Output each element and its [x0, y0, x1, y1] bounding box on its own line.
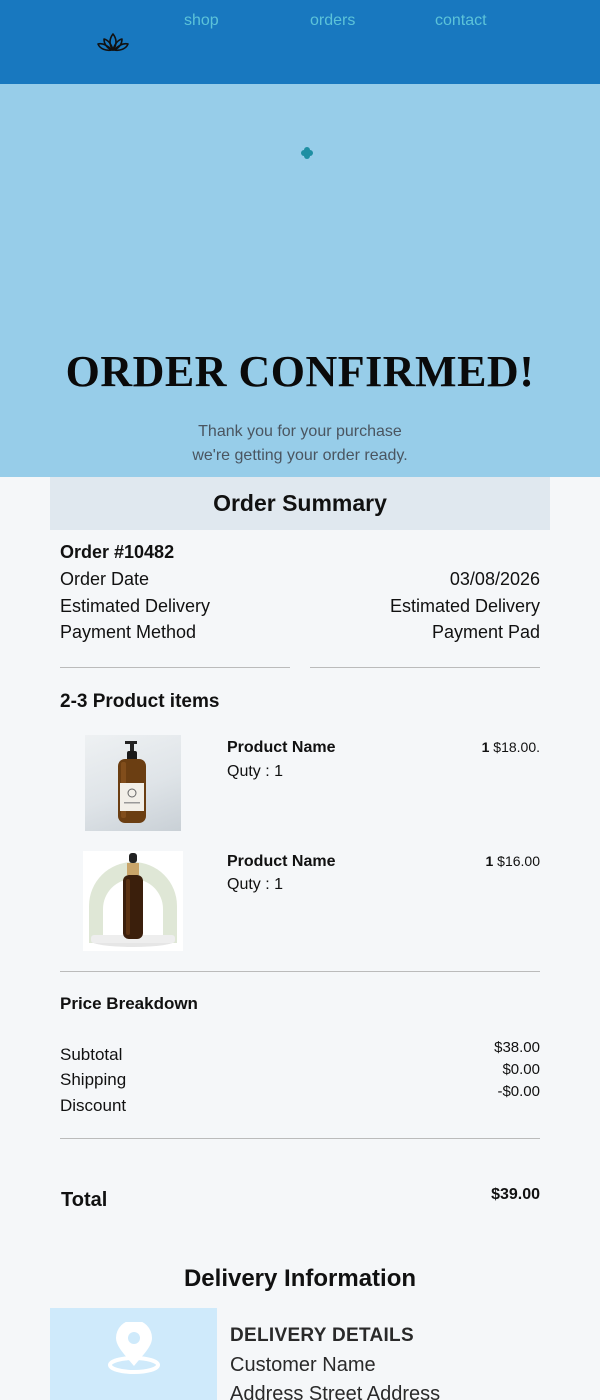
- price-breakdown-heading: Price Breakdown: [60, 994, 198, 1013]
- discount-value: -$0.00: [497, 1083, 540, 1100]
- order-date-label: Order Date: [60, 569, 150, 589]
- divider: [60, 1138, 540, 1139]
- amber-dropper-bottle-icon: [89, 853, 177, 947]
- hero-subtitle: Thank you for your purchase we're gettin…: [0, 420, 600, 468]
- product-quantity: Quty : 1: [227, 876, 284, 893]
- product-quantity: Quty : 1: [227, 763, 284, 780]
- page-title: ORDER CONFIRMED!: [65, 347, 535, 396]
- total-value: $39.00: [491, 1186, 540, 1203]
- order-date-row: Order Date 03/08/2026: [60, 569, 540, 593]
- order-date-value: 03/08/2026: [449, 569, 540, 589]
- delivery-address: Address Street Address: [230, 1383, 441, 1400]
- shipping-label: Shipping: [60, 1070, 127, 1089]
- divider: [60, 971, 540, 972]
- total-label: Total: [61, 1189, 108, 1211]
- nav-link-orders[interactable]: orders: [310, 12, 355, 30]
- location-pin-icon: [108, 1322, 160, 1374]
- product-name[interactable]: Product Name: [227, 739, 335, 757]
- divider: [60, 667, 290, 668]
- hero-subtitle-line-1: Thank you for your purchase: [198, 423, 402, 440]
- top-nav-bar: shop orders contact: [0, 0, 600, 84]
- order-summary-heading: Order Summary: [50, 477, 550, 530]
- lotus-icon[interactable]: [96, 30, 130, 54]
- order-number: Order #10482: [60, 542, 175, 562]
- payment-method-row: Payment Method Payment Pad: [60, 622, 540, 646]
- product-count: 1: [481, 739, 490, 755]
- estimated-delivery-label: Estimated Delivery: [60, 596, 211, 616]
- product-items-heading: 2-3 Product items: [60, 691, 220, 712]
- product-price: 1 $16.00: [485, 853, 540, 869]
- product-image-dropper-bottle[interactable]: [83, 851, 183, 951]
- flower-icon: [301, 147, 313, 159]
- estimated-delivery-row: Estimated Delivery Estimated Delivery: [60, 596, 540, 620]
- nav-link-contact[interactable]: contact: [435, 12, 487, 30]
- hero-subtitle-line-2: we're getting your order ready.: [192, 447, 408, 464]
- divider: [310, 667, 540, 668]
- product-count: 1: [485, 853, 494, 869]
- nav-link-shop[interactable]: shop: [184, 12, 219, 30]
- product-price-value: $16.00: [497, 853, 540, 869]
- customer-name: Customer Name: [230, 1354, 376, 1376]
- product-name[interactable]: Product Name: [227, 853, 335, 871]
- subtotal-value: $38.00: [494, 1039, 540, 1056]
- shipping-value: $0.00: [502, 1061, 540, 1078]
- delivery-information-heading: Delivery Information: [183, 1265, 417, 1292]
- product-image-pump-bottle[interactable]: [85, 735, 181, 831]
- discount-label: Discount: [60, 1096, 127, 1115]
- delivery-map-box: [50, 1308, 217, 1400]
- estimated-delivery-value: Estimated Delivery: [389, 596, 540, 616]
- hero-banner: ORDER CONFIRMED! Thank you for your purc…: [0, 84, 600, 477]
- subtotal-label: Subtotal: [60, 1045, 123, 1064]
- delivery-details-title: DELIVERY DETAILS: [230, 1325, 414, 1346]
- payment-method-value: Payment Pad: [431, 622, 540, 642]
- payment-method-label: Payment Method: [60, 622, 197, 642]
- product-price: 1 $18.00.: [482, 739, 540, 755]
- amber-pump-bottle-icon: [118, 741, 146, 823]
- product-price-value: $18.00.: [493, 739, 540, 755]
